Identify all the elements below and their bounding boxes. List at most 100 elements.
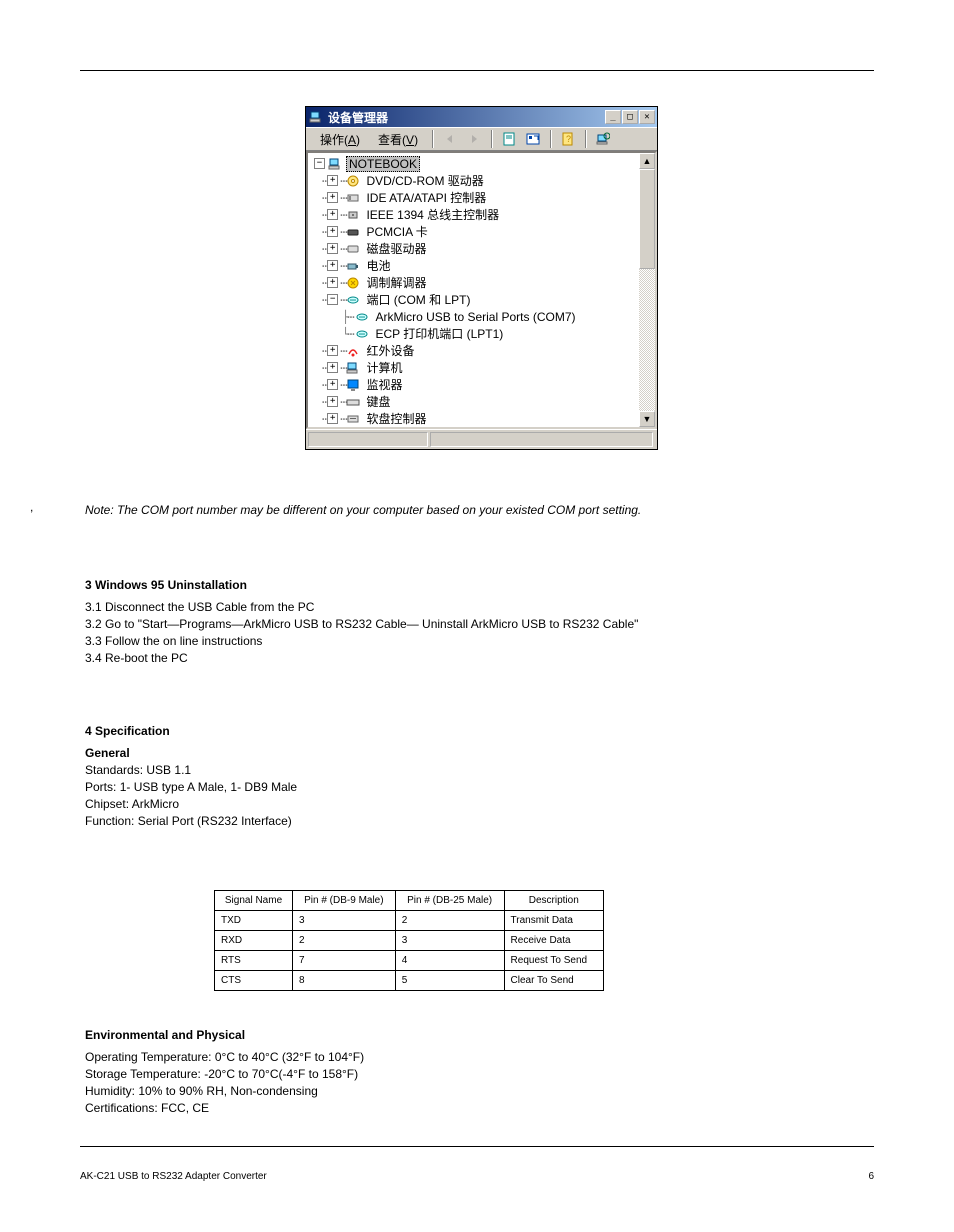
computer-icon: [327, 156, 343, 172]
tree-label[interactable]: IDE ATA/ATAPI 控制器: [364, 189, 488, 206]
tree-node[interactable]: ⋯+⋯键盘: [310, 393, 637, 410]
table-cell: 3: [293, 911, 396, 931]
table-header: Signal Name: [215, 891, 293, 911]
tree-leaf[interactable]: ├⋯ ArkMicro USB to Serial Ports (COM7): [310, 308, 637, 325]
expand-icon[interactable]: +: [327, 226, 338, 237]
tree-line: ├⋯: [342, 310, 352, 324]
toolbar-separator: [432, 130, 433, 148]
scroll-thumb[interactable]: [639, 169, 655, 269]
vertical-scrollbar[interactable]: ▲ ▼: [639, 153, 655, 427]
tree-node[interactable]: ⋯+⋯IEEE 1394 总线主控制器: [310, 206, 637, 223]
toolbar-separator: [585, 130, 586, 148]
table-cell: Request To Send: [504, 951, 603, 971]
collapse-icon[interactable]: −: [314, 158, 325, 169]
spec-general: General: [85, 746, 869, 760]
page-marker: ,: [30, 500, 33, 514]
tree-node[interactable]: ⋯+⋯电池: [310, 257, 637, 274]
menu-view[interactable]: 查看(V): [370, 129, 426, 150]
table-cell: RXD: [215, 931, 293, 951]
ide-icon: [345, 190, 361, 206]
table-header: Description: [504, 891, 603, 911]
expand-icon[interactable]: +: [327, 175, 338, 186]
footer-page-no: 6: [868, 1171, 874, 1182]
spec-row: Chipset: ArkMicro: [85, 797, 869, 811]
table-cell: Receive Data: [504, 931, 603, 951]
tree-node[interactable]: ⋯+⋯IDE ATA/ATAPI 控制器: [310, 189, 637, 206]
expand-icon[interactable]: +: [327, 396, 338, 407]
doc-content: , Note: The COM port number may be diffe…: [85, 500, 869, 1118]
tree-node[interactable]: ⋯+⋯软盘控制器: [310, 410, 637, 427]
expand-icon[interactable]: +: [327, 379, 338, 390]
maximize-button[interactable]: □: [622, 110, 638, 124]
tree-label[interactable]: 键盘: [364, 393, 392, 410]
tree-leaf[interactable]: └⋯ECP 打印机端口 (LPT1): [310, 325, 637, 342]
toolbar-separator: [550, 130, 551, 148]
expand-icon[interactable]: +: [327, 192, 338, 203]
device-tree[interactable]: − NOTEBOOK⋯+⋯DVD/CD-ROM 驱动器⋯+⋯IDE ATA/ATA…: [308, 153, 639, 427]
tree-root[interactable]: − NOTEBOOK: [310, 155, 637, 172]
minimize-button[interactable]: _: [605, 110, 621, 124]
table-row: TXD32Transmit Data: [215, 911, 604, 931]
tree-label[interactable]: DVD/CD-ROM 驱动器: [364, 172, 485, 189]
tree-label[interactable]: 电池: [364, 257, 392, 274]
statusbar: [306, 429, 657, 449]
tree-label[interactable]: PCMCIA 卡: [364, 223, 429, 240]
tree-node[interactable]: ⋯+⋯PCMCIA 卡: [310, 223, 637, 240]
table-cell: TXD: [215, 911, 293, 931]
tree-node[interactable]: ⋯+⋯红外设备: [310, 342, 637, 359]
tree-node[interactable]: ⋯+⋯计算机: [310, 359, 637, 376]
scroll-track[interactable]: [639, 269, 655, 411]
scroll-up-button[interactable]: ▲: [639, 153, 655, 169]
tree-label[interactable]: ECP 打印机端口 (LPT1): [373, 325, 505, 342]
tree-label[interactable]: NOTEBOOK: [346, 156, 420, 172]
tree-node[interactable]: ⋯+⋯磁盘驱动器: [310, 240, 637, 257]
expand-icon[interactable]: +: [327, 260, 338, 271]
pin-spec-table: Signal NamePin # (DB-9 Male)Pin # (DB-25…: [214, 890, 604, 991]
tree-node[interactable]: ⋯+⋯监视器: [310, 376, 637, 393]
tree-node[interactable]: ⋯−⋯端口 (COM 和 LPT): [310, 291, 637, 308]
page-footer: AK-C21 USB to RS232 Adapter Converter 6: [80, 1171, 874, 1182]
expand-icon[interactable]: +: [327, 277, 338, 288]
tree-label[interactable]: 计算机: [364, 359, 404, 376]
svg-text:?: ?: [566, 134, 571, 144]
table-cell: 5: [395, 971, 504, 991]
properties-button[interactable]: [498, 128, 520, 150]
firewire-icon: [345, 207, 361, 223]
scroll-down-button[interactable]: ▼: [639, 411, 655, 427]
expand-icon[interactable]: +: [327, 413, 338, 424]
expand-icon[interactable]: +: [327, 362, 338, 373]
floppy-icon: [345, 411, 361, 427]
tree-label[interactable]: 调制解调器: [364, 274, 428, 291]
tree-label[interactable]: IEEE 1394 总线主控制器: [364, 206, 501, 223]
spec-row: Function: Serial Port (RS232 Interface): [85, 814, 869, 828]
expand-icon[interactable]: +: [327, 243, 338, 254]
table-row: RTS74Request To Send: [215, 951, 604, 971]
expand-icon[interactable]: −: [327, 294, 338, 305]
footnote: Note: The COM port number may be differe…: [85, 503, 869, 517]
table-cell: Transmit Data: [504, 911, 603, 931]
close-button[interactable]: ✕: [639, 110, 655, 124]
disc-icon: [345, 173, 361, 189]
expand-icon[interactable]: +: [327, 209, 338, 220]
tree-label[interactable]: 磁盘驱动器: [364, 240, 428, 257]
tree-label[interactable]: 软盘控制器: [364, 410, 428, 427]
help-button[interactable]: ?: [557, 128, 579, 150]
menu-action[interactable]: 操作(A): [312, 129, 368, 150]
tree-label[interactable]: 红外设备: [364, 342, 416, 359]
refresh-button[interactable]: [522, 128, 544, 150]
pcmcia-icon: [345, 224, 361, 240]
tree-label[interactable]: ArkMicro USB to Serial Ports (COM7): [373, 310, 577, 324]
scan-hardware-button[interactable]: [592, 128, 614, 150]
tree-node[interactable]: ⋯+⋯DVD/CD-ROM 驱动器: [310, 172, 637, 189]
titlebar[interactable]: 设备管理器 _ □ ✕: [306, 107, 657, 127]
table-cell: 3: [395, 931, 504, 951]
back-button: [439, 128, 461, 150]
tree-node[interactable]: ⋯+⋯调制解调器: [310, 274, 637, 291]
port-icon: [345, 292, 361, 308]
table-cell: 7: [293, 951, 396, 971]
toolbar-separator: [491, 130, 492, 148]
expand-icon[interactable]: +: [327, 345, 338, 356]
tree-label[interactable]: 监视器: [364, 376, 404, 393]
status-cell: [308, 432, 428, 447]
tree-label[interactable]: 端口 (COM 和 LPT): [364, 291, 472, 308]
